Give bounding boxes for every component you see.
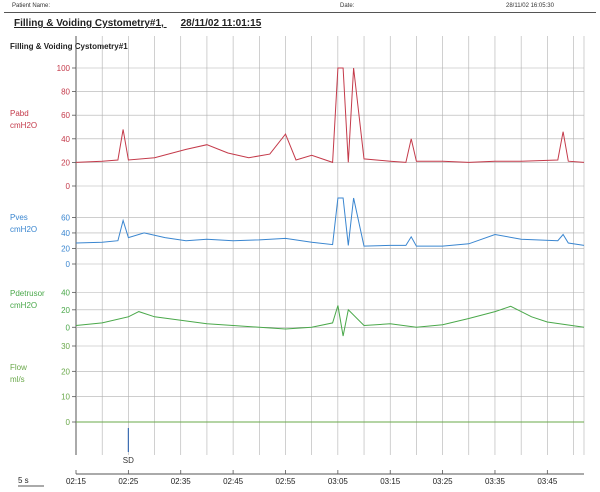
- y-tick-label: 0: [66, 323, 71, 332]
- x-tick-label: 02:35: [171, 477, 192, 486]
- cystometry-chart: 0 20 40 60 80 100 0 20 40 60 0 20 40 0 10 20 30 SD 02:15 02…: [18, 36, 585, 487]
- time-scale-label: 5 s: [18, 476, 29, 485]
- x-tick-label: 02:25: [118, 477, 139, 486]
- y-tick-label: 20: [61, 306, 70, 315]
- x-tick-label: 02:45: [223, 477, 244, 486]
- y-tick-label: 20: [61, 244, 70, 253]
- x-tick-label: 03:15: [380, 477, 401, 486]
- series-line-pves: [75, 197, 585, 247]
- y-tick-label: 20: [61, 158, 70, 167]
- y-tick-label: 0: [66, 418, 71, 427]
- x-tick-label: 03:35: [485, 477, 506, 486]
- y-tick-label: 20: [61, 367, 70, 376]
- y-tick-label: 60: [61, 111, 70, 120]
- y-tick-label: 30: [61, 342, 70, 351]
- y-tick-label: 80: [61, 88, 70, 97]
- y-tick-label: 40: [61, 135, 70, 144]
- x-tick-label: 02:15: [66, 477, 87, 486]
- y-tick-label: 10: [61, 393, 70, 402]
- x-tick-label: 03:25: [433, 477, 454, 486]
- y-tick-label: 60: [61, 213, 70, 222]
- y-tick-label: 0: [66, 182, 71, 191]
- y-tick-label: 0: [66, 260, 71, 269]
- y-tick-label: 40: [61, 288, 70, 297]
- event-marker-label: SD: [123, 456, 134, 465]
- y-tick-label: 100: [57, 64, 71, 73]
- x-tick-label: 03:45: [537, 477, 558, 486]
- x-tick-label: 03:05: [328, 477, 349, 486]
- y-tick-label: 40: [61, 229, 70, 238]
- x-tick-label: 02:55: [275, 477, 296, 486]
